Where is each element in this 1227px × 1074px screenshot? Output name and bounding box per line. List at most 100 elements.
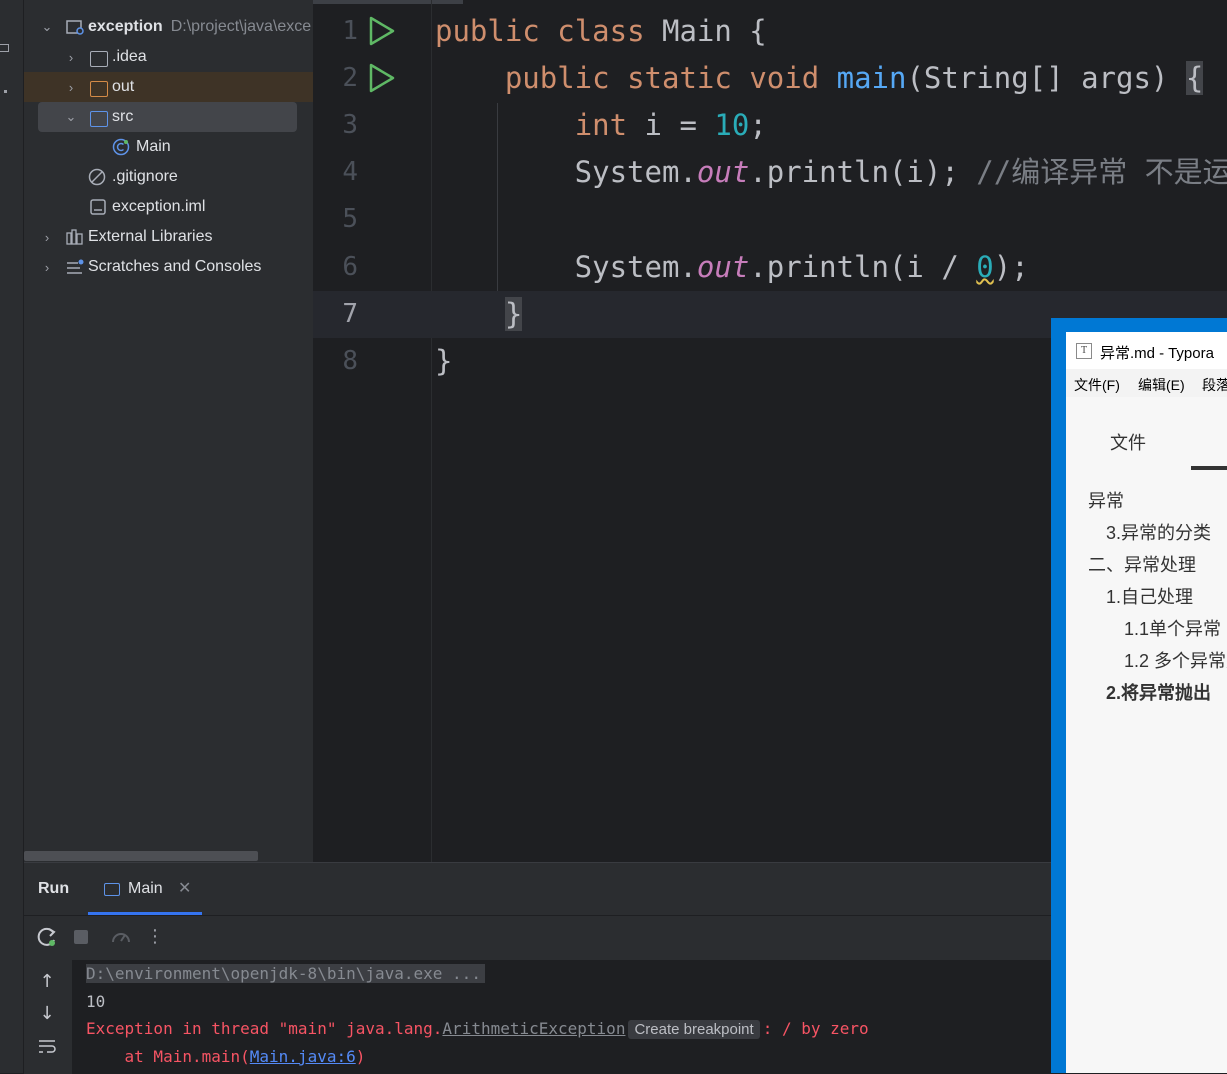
source-link[interactable]: Main.java:6 (250, 1047, 356, 1066)
typora-titlebar[interactable]: T 异常.md - Typora (1066, 332, 1227, 369)
line-number: 2 (342, 63, 358, 93)
line-number: 6 (342, 252, 358, 282)
run-toolbar: ⋮ (24, 915, 1051, 960)
chevron-right-icon[interactable]: › (64, 50, 78, 65)
module-folder-icon (66, 19, 84, 35)
menu-edit[interactable]: 编辑(E) (1138, 375, 1185, 395)
code-comment: //编译异常 不是运行 (976, 155, 1227, 189)
menu-paragraph[interactable]: 段落 (1202, 375, 1227, 395)
line-number: 3 (342, 110, 358, 140)
java-class-icon (112, 138, 130, 156)
tree-item-scratches[interactable]: › Scratches and Consoles (24, 252, 313, 282)
tree-item-src[interactable]: ⌄ src (38, 102, 297, 132)
run-gutter-icon[interactable] (368, 63, 396, 93)
outline-item[interactable]: 3.异常的分类 (1106, 519, 1211, 545)
tree-item-label: src (112, 108, 134, 125)
rerun-icon[interactable] (36, 926, 58, 948)
line-number: 1 (342, 16, 358, 46)
module-file-icon (90, 199, 108, 215)
chevron-right-icon[interactable]: › (40, 260, 54, 275)
tree-item-main[interactable]: Main (24, 132, 313, 162)
console-output[interactable]: D:\environment\openjdk-8\bin\java.exe ..… (86, 959, 1051, 1074)
line-number: 8 (342, 346, 358, 376)
code-line: 4 System.out.println(i); //编译异常 不是运行 (313, 149, 1227, 196)
exception-class-link[interactable]: ArithmeticException (442, 1019, 625, 1038)
console-error-line: Exception in thread "main" java.lang.Ari… (86, 1017, 869, 1041)
project-name: exception D:\project\java\exce (88, 18, 311, 36)
code-text: System.out.println(i); //编译异常 不是运行 (435, 149, 1227, 196)
line-number: 5 (342, 204, 358, 234)
tree-item-label: .gitignore (112, 168, 178, 185)
run-header: Run Main ✕ (24, 863, 1051, 915)
trace-suffix: ) (355, 1047, 366, 1066)
more-options-icon[interactable]: ⋮ (144, 926, 166, 948)
outline-item[interactable]: 异常 (1088, 487, 1124, 513)
ignore-file-icon (88, 168, 106, 186)
run-tool-window: Run Main ✕ ⋮ ↑ ↓ D:\environment\openjdk-… (24, 862, 1051, 1074)
soft-wrap-icon[interactable] (36, 1035, 58, 1057)
tree-item-label: exception.iml (112, 198, 206, 215)
chevron-right-icon[interactable]: › (40, 230, 54, 245)
typora-content: T 异常.md - Typora 文件(F) 编辑(E) 段落 文件 异常 3.… (1066, 332, 1227, 1073)
close-tab-icon[interactable]: ✕ (178, 878, 191, 897)
root-path-label: D:\project\java\exce (170, 18, 312, 35)
horizontal-scrollbar[interactable] (24, 851, 258, 861)
tree-item-out[interactable]: › out (24, 72, 313, 102)
arrow-up-icon[interactable]: ↑ (36, 971, 58, 993)
tree-root-exception[interactable]: ⌄ exception D:\project\java\exce (24, 12, 313, 42)
tree-item-idea[interactable]: › .idea (24, 42, 313, 72)
tab-outline-indicator[interactable] (1191, 466, 1227, 470)
arrow-down-icon[interactable]: ↓ (36, 1003, 58, 1025)
console-output-line: 10 (86, 992, 106, 1011)
tree-item-label: Scratches and Consoles (88, 258, 262, 275)
typora-window[interactable]: T 异常.md - Typora 文件(F) 编辑(E) 段落 文件 异常 3.… (1051, 318, 1227, 1073)
run-title: Run (38, 880, 70, 897)
console-line: D:\environment\openjdk-8\bin\java.exe ..… (86, 962, 485, 986)
typora-sidebar: 文件 异常 3.异常的分类 二、异常处理 1.自己处理 1.1单个异常 1.2 … (1066, 397, 1227, 1073)
line-number: 4 (342, 157, 358, 187)
tree-item-external-libraries[interactable]: › External Libraries (24, 222, 313, 252)
window-title: 异常.md - Typora (1100, 345, 1214, 362)
tree-item-iml[interactable]: exception.iml (24, 192, 313, 222)
outline-item[interactable]: 1.1单个异常 (1124, 615, 1221, 641)
code-text: public class Main { (435, 14, 767, 48)
typora-logo-icon: T (1076, 343, 1092, 359)
code-text: public static void main(String[] args) { (504, 61, 1204, 95)
error-prefix: Exception in thread "main" java.lang. (86, 1019, 443, 1038)
code-text: int i = 10; (574, 108, 767, 142)
code-text: } (435, 344, 453, 378)
folder-icon (90, 51, 108, 67)
line-number: 7 (342, 299, 358, 329)
code-line: 5 (313, 196, 1227, 243)
tab-files[interactable]: 文件 (1110, 429, 1146, 455)
stop-icon[interactable] (70, 926, 92, 948)
project-tool-icon[interactable] (0, 44, 9, 52)
console-trace-line: at Main.main(Main.java:6) (86, 1045, 366, 1069)
source-folder-icon (90, 111, 108, 127)
more-tools-icon[interactable] (4, 90, 7, 93)
tree-item-label: Main (136, 138, 171, 155)
tree-item-label: .idea (112, 48, 147, 65)
tree-item-label: External Libraries (88, 228, 213, 245)
outline-item[interactable]: 二、异常处理 (1088, 551, 1196, 577)
outline-item[interactable]: 1.2 多个异常处 (1124, 647, 1227, 673)
menu-file[interactable]: 文件(F) (1074, 375, 1120, 395)
tab-main[interactable]: Main ✕ (88, 863, 202, 915)
command-line[interactable]: D:\environment\openjdk-8\bin\java.exe ..… (86, 964, 485, 983)
create-breakpoint-button[interactable]: Create breakpoint (628, 1020, 760, 1039)
left-tool-strip (0, 0, 24, 1073)
root-name-label: exception (88, 18, 163, 35)
code-text: } (504, 297, 523, 331)
chevron-down-icon[interactable]: ⌄ (40, 19, 54, 35)
profiler-icon[interactable] (110, 926, 132, 948)
error-suffix: : / by zero (762, 1019, 869, 1038)
chevron-right-icon[interactable]: › (64, 80, 78, 95)
code-text: System.out.println(i / 0); (435, 250, 1029, 284)
outline-item-active[interactable]: 2.将异常抛出 (1106, 679, 1211, 705)
tab-label: Main (128, 880, 163, 897)
run-gutter-icon[interactable] (368, 16, 396, 46)
chevron-down-icon[interactable]: ⌄ (64, 109, 78, 125)
console-side-toolbar: ↑ ↓ (24, 959, 72, 1074)
outline-item[interactable]: 1.自己处理 (1106, 583, 1193, 609)
tree-item-gitignore[interactable]: .gitignore (24, 162, 313, 192)
